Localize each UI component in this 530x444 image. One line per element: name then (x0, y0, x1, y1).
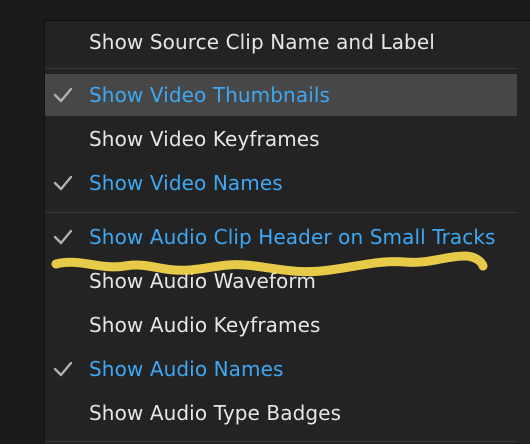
annotation-squiggle (51, 251, 488, 277)
app-window: Show Source Clip Name and Label Show Vid… (0, 0, 530, 444)
